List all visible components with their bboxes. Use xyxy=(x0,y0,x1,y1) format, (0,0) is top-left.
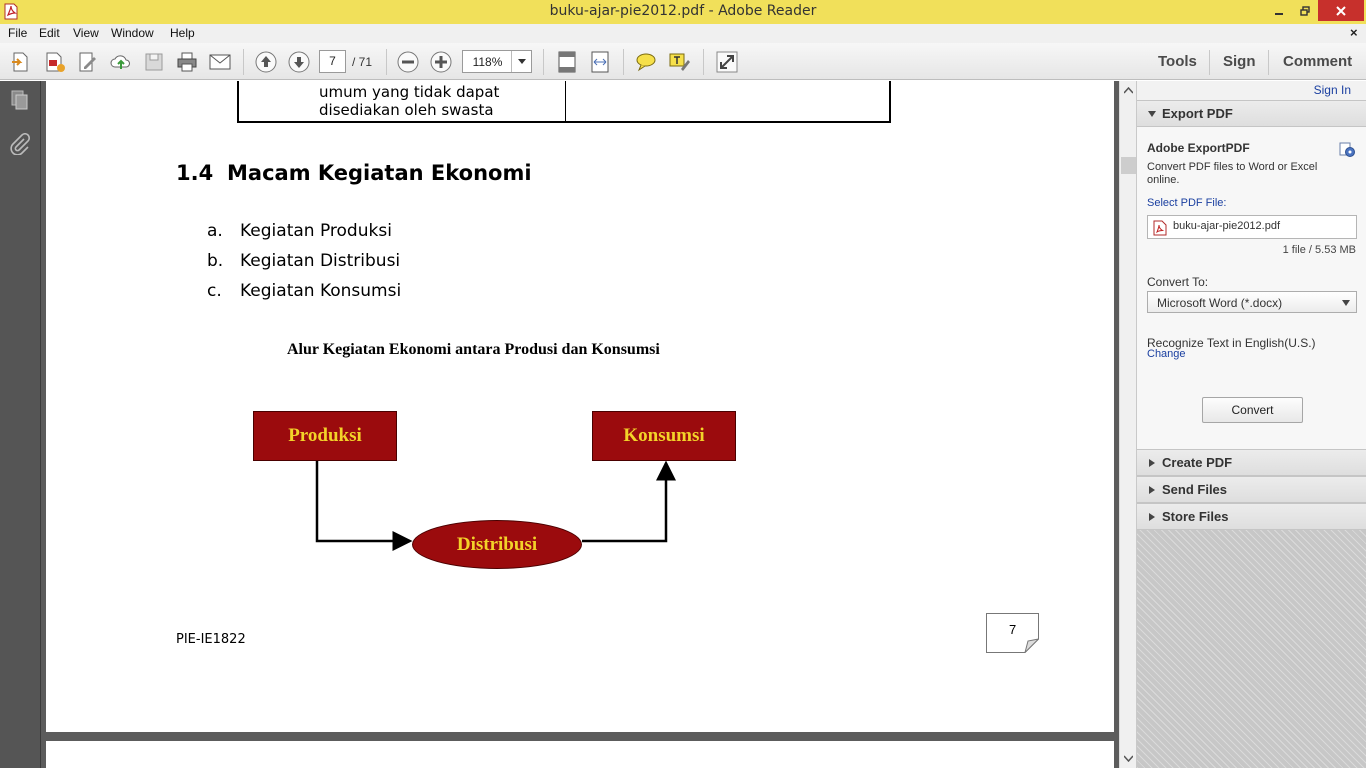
page-number-input[interactable]: 7 xyxy=(319,50,346,73)
cloud-upload-icon[interactable] xyxy=(109,50,133,74)
close-document-button[interactable]: × xyxy=(1350,25,1358,40)
format-select[interactable]: Microsoft Word (*.docx) xyxy=(1147,291,1357,313)
send-files-header[interactable]: Send Files xyxy=(1137,476,1366,503)
select-pdf-label: Select PDF File: xyxy=(1147,197,1227,209)
restore-icon xyxy=(1300,5,1310,16)
arrow-produksi-to-distribusi xyxy=(315,461,413,551)
convert-button[interactable]: Convert xyxy=(1202,397,1303,423)
minimize-button[interactable] xyxy=(1266,0,1292,21)
previous-page-icon[interactable] xyxy=(254,50,278,74)
email-icon[interactable] xyxy=(208,50,232,74)
export-settings-icon[interactable] xyxy=(1338,140,1356,158)
chevron-down-icon xyxy=(517,59,526,64)
page-total: / 71 xyxy=(352,55,373,69)
highlight-text-icon[interactable] xyxy=(667,50,691,74)
distribusi-ellipse: Distribusi xyxy=(412,520,582,569)
footer-code: PIE-IE1822 xyxy=(176,632,246,647)
close-icon xyxy=(1336,5,1346,16)
toolbar-separator xyxy=(1268,50,1269,75)
export-description: Convert PDF files to Word or Excel onlin… xyxy=(1147,161,1318,186)
navigation-pane xyxy=(0,81,41,768)
export-pdf-label: Export PDF xyxy=(1162,106,1233,121)
send-files-label: Send Files xyxy=(1162,482,1228,497)
export-pdf-body: Adobe ExportPDF Convert PDF files to Wor… xyxy=(1137,127,1366,449)
produksi-box: Produksi xyxy=(253,411,397,461)
page-number: 7 xyxy=(1009,622,1017,637)
minimize-icon xyxy=(1275,12,1283,15)
change-language-link[interactable]: Change xyxy=(1147,348,1186,360)
selected-file-field[interactable]: buku-ajar-pie2012.pdf xyxy=(1147,215,1357,239)
window-title: buku-ajar-pie2012.pdf - Adobe Reader xyxy=(549,3,817,19)
toolbar-separator xyxy=(243,49,244,75)
sign-button[interactable]: Sign xyxy=(1223,53,1256,70)
triangle-down-icon xyxy=(1148,111,1156,117)
create-pdf-header[interactable]: Create PDF xyxy=(1137,449,1366,476)
triangle-right-icon xyxy=(1149,486,1155,494)
menu-window[interactable]: Window xyxy=(111,26,154,40)
comment-button[interactable]: Comment xyxy=(1283,53,1352,70)
toolbar-separator xyxy=(703,49,704,75)
export-title: Adobe ExportPDF xyxy=(1147,141,1250,155)
scrollbar-thumb[interactable] xyxy=(1121,157,1136,174)
zoom-value: 118% xyxy=(472,55,503,69)
fit-width-icon[interactable] xyxy=(588,50,612,74)
triangle-right-icon xyxy=(1149,513,1155,521)
edit-icon[interactable] xyxy=(76,50,100,74)
pdf-next-page xyxy=(46,741,1114,768)
scroll-up-icon[interactable] xyxy=(1124,87,1133,95)
document-view[interactable]: umum yang tidak dapat disediakan oleh sw… xyxy=(41,81,1119,768)
next-page-icon[interactable] xyxy=(287,50,311,74)
export-pdf-header[interactable]: Export PDF xyxy=(1137,100,1366,127)
attachments-icon[interactable] xyxy=(9,133,31,155)
zoom-in-icon[interactable] xyxy=(429,50,453,74)
menu-view[interactable]: View xyxy=(73,26,99,40)
pdf-file-icon xyxy=(1153,220,1167,236)
tools-button[interactable]: Tools xyxy=(1158,53,1197,70)
save-icon[interactable] xyxy=(142,50,166,74)
fit-page-icon[interactable] xyxy=(555,50,579,74)
toolbar: 7 / 71 118% Tools Sign Comment xyxy=(0,43,1366,80)
restore-button[interactable] xyxy=(1292,0,1318,21)
arrow-distribusi-to-konsumsi xyxy=(582,460,676,543)
format-value: Microsoft Word (*.docx) xyxy=(1157,296,1283,310)
zoom-select[interactable]: 118% xyxy=(462,50,532,73)
store-files-label: Store Files xyxy=(1162,509,1229,524)
pdf-page: umum yang tidak dapat disediakan oleh sw… xyxy=(46,81,1114,732)
zoom-dropdown-button[interactable] xyxy=(511,51,531,72)
comment-bubble-icon[interactable] xyxy=(634,50,658,74)
close-window-button[interactable] xyxy=(1318,0,1364,21)
konsumsi-box: Konsumsi xyxy=(592,411,736,461)
convert-to-label: Convert To: xyxy=(1147,275,1209,289)
expand-icon[interactable] xyxy=(715,50,739,74)
scroll-down-icon[interactable] xyxy=(1124,754,1133,762)
menu-file[interactable]: File xyxy=(8,26,27,40)
file-meta: 1 file / 5.53 MB xyxy=(1282,244,1356,256)
vertical-scrollbar[interactable] xyxy=(1119,81,1136,768)
open-icon[interactable] xyxy=(9,50,33,74)
toolbar-separator xyxy=(543,49,544,75)
toolbar-separator xyxy=(386,49,387,75)
print-icon[interactable] xyxy=(175,50,199,74)
panel-empty-area xyxy=(1137,530,1366,768)
sign-in-link[interactable]: Sign In xyxy=(1314,83,1351,97)
store-files-header[interactable]: Store Files xyxy=(1137,503,1366,530)
zoom-out-icon[interactable] xyxy=(396,50,420,74)
toolbar-separator xyxy=(1209,50,1210,75)
chevron-down-icon xyxy=(1342,300,1350,306)
menu-bar: File Edit View Window Help × xyxy=(0,24,1366,43)
menu-help[interactable]: Help xyxy=(170,26,195,40)
file-name: buku-ajar-pie2012.pdf xyxy=(1173,220,1281,232)
create-pdf-label: Create PDF xyxy=(1162,455,1233,470)
toolbar-separator xyxy=(623,49,624,75)
title-bar: buku-ajar-pie2012.pdf - Adobe Reader xyxy=(0,0,1366,24)
create-pdf-icon[interactable] xyxy=(43,50,67,74)
menu-edit[interactable]: Edit xyxy=(39,26,60,40)
page-thumbnails-icon[interactable] xyxy=(9,89,31,111)
tools-panel: Sign In Export PDF Adobe ExportPDF Conve… xyxy=(1136,81,1366,768)
triangle-right-icon xyxy=(1149,459,1155,467)
